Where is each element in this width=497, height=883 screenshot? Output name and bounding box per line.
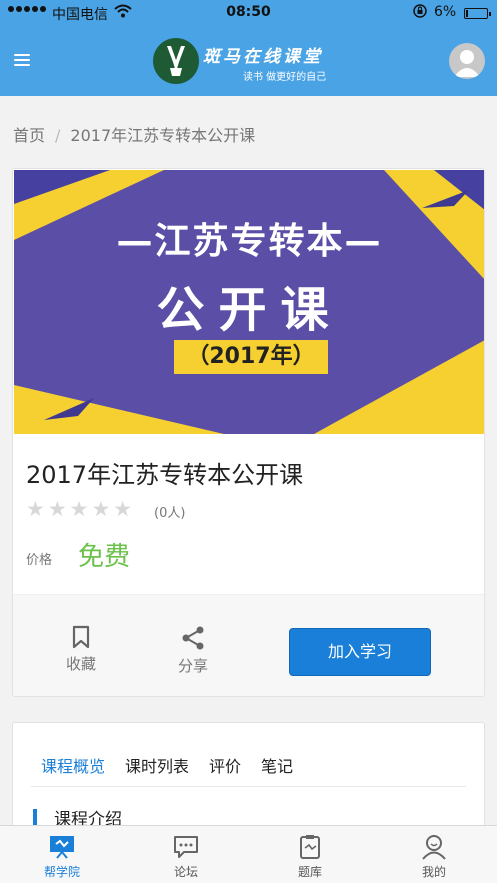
breadcrumb-home-link[interactable]: 首页 — [13, 126, 45, 145]
course-banner: —江苏专转本— 公开课 （2017年） — [14, 170, 484, 434]
nav-label-forum: 论坛 — [173, 865, 198, 879]
tab-notes[interactable]: 笔记 — [261, 753, 293, 777]
price-value: 免费 — [78, 542, 131, 572]
status-bar: 中国电信 08:50 6% — [0, 0, 497, 26]
nav-item-mine[interactable]: 我的 — [372, 826, 496, 883]
zebra-logo-icon — [153, 38, 199, 84]
user-icon — [422, 835, 446, 860]
rating-count: (0人) — [154, 506, 186, 521]
app-header: 斑马在线课堂 读书 做更好的自己 — [0, 26, 497, 96]
nav-label-mine: 我的 — [421, 865, 446, 879]
course-card: —江苏专转本— 公开课 （2017年） 2017年江苏专转本公开课 ★★★★★ … — [12, 168, 485, 697]
brand-name: 斑马在线课堂 — [203, 47, 323, 67]
bottom-nav: 帮学院 论坛 题库 我的 — [0, 825, 497, 883]
collect-button[interactable]: 收藏 — [51, 625, 111, 674]
breadcrumb-current: 2017年江苏专转本公开课 — [70, 126, 256, 145]
nav-label-question-bank: 题库 — [297, 865, 322, 879]
join-study-button[interactable]: 加入学习 — [289, 628, 431, 676]
nav-item-forum[interactable]: 论坛 — [124, 826, 248, 883]
nav-label-academy: 帮学院 — [43, 865, 80, 879]
hamburger-menu-icon[interactable] — [14, 54, 30, 66]
battery-percentage: 6% — [434, 4, 457, 20]
nav-item-question-bank[interactable]: 题库 — [248, 826, 372, 883]
breadcrumb-separator: / — [55, 126, 61, 145]
brand-slogan: 读书 做更好的自己 — [243, 72, 327, 83]
course-title: 2017年江苏专转本公开课 — [26, 461, 304, 489]
brand-logo: 斑马在线课堂 读书 做更好的自己 — [153, 38, 343, 84]
chat-bubble-icon — [174, 836, 198, 858]
rating-stars: ★★★★★ — [26, 497, 136, 521]
bookmark-icon — [72, 625, 90, 649]
battery-icon — [464, 8, 491, 19]
user-avatar-icon[interactable] — [449, 43, 485, 79]
share-icon — [182, 626, 204, 650]
course-actions: 收藏 分享 加入学习 — [13, 594, 484, 696]
tabs-divider — [31, 786, 466, 787]
share-label: 分享 — [177, 657, 208, 675]
tab-reviews[interactable]: 评价 — [209, 753, 241, 777]
tab-lesson-list[interactable]: 课时列表 — [125, 753, 189, 777]
share-button[interactable]: 分享 — [163, 625, 223, 676]
clipboard-icon — [300, 835, 320, 859]
presentation-board-icon — [50, 836, 74, 859]
orientation-lock-icon — [412, 3, 428, 23]
price-label: 价格 — [26, 553, 53, 568]
breadcrumb: 首页 / 2017年江苏专转本公开课 — [13, 122, 255, 146]
collect-label: 收藏 — [65, 655, 96, 673]
banner-subtitle: 公开课 — [156, 282, 343, 338]
tab-overview[interactable]: 课程概览 — [41, 753, 105, 777]
banner-year-badge: （2017年） — [174, 340, 328, 374]
banner-title: —江苏专转本— — [116, 221, 383, 262]
nav-item-academy[interactable]: 帮学院 — [0, 826, 124, 883]
course-tabs: 课程概览 课时列表 评价 笔记 — [41, 753, 293, 777]
